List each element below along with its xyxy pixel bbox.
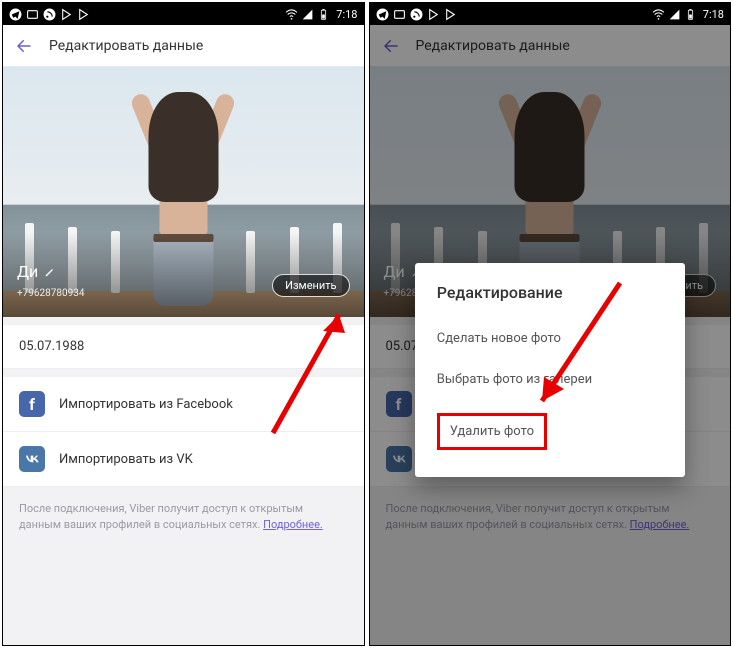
wifi-icon [652,8,665,21]
play-icon [427,8,440,21]
status-bar: 7:18 [3,3,364,25]
telegram-icon [376,8,389,21]
app-header: Редактировать данные [3,25,364,67]
profile-name[interactable]: Ди [17,262,56,281]
status-bar: 7:18 [370,3,731,25]
footer-more-link[interactable]: Подробнее. [263,518,323,531]
import-vk-label: Импортировать из VK [59,452,193,467]
viber-icon [43,8,56,21]
dialog-take-photo[interactable]: Сделать новое фото [437,318,663,359]
tab-icon [393,8,406,21]
profile-name-text: Ди [17,262,38,281]
telegram-icon [9,8,22,21]
import-facebook-label: Импортировать из Facebook [59,397,233,412]
play-icon [77,8,90,21]
vk-icon [19,446,45,472]
profile-photo: Ди +79628780934 Изменить [3,67,364,317]
header-title: Редактировать данные [49,38,203,54]
facebook-icon: f [19,391,45,417]
birthday-row[interactable]: 05.07.1988 [3,325,364,369]
viber-icon [410,8,423,21]
status-time: 7:18 [703,8,724,21]
signal-icon [668,8,681,21]
wifi-icon [285,8,298,21]
phone-screen-left: 7:18 Редактировать данные Ди +7962878093… [2,2,365,646]
play-icon [444,8,457,21]
battery-icon [317,8,330,21]
change-photo-button[interactable]: Изменить [272,274,349,297]
import-facebook-row[interactable]: f Импортировать из Facebook [3,377,364,432]
dialog-delete-photo[interactable]: Удалить фото [437,400,663,463]
footer-text: После подключения, Viber получит доступ … [3,487,364,547]
phone-screen-right: 7:18 Редактировать данные Ди +7962878093… [369,2,732,646]
profile-phone: +79628780934 [17,288,85,299]
battery-icon [684,8,697,21]
tab-icon [26,8,39,21]
edit-photo-dialog: Редактирование Сделать новое фото Выбрат… [415,263,685,477]
pencil-icon [44,266,56,278]
status-time: 7:18 [336,8,357,21]
import-vk-row[interactable]: Импортировать из VK [3,432,364,487]
play-icon [60,8,73,21]
dialog-title: Редактирование [437,283,663,302]
dialog-choose-gallery[interactable]: Выбрать фото из галереи [437,359,663,400]
back-arrow-icon[interactable] [15,37,33,55]
highlight-box: Удалить фото [437,413,547,450]
signal-icon [301,8,314,21]
